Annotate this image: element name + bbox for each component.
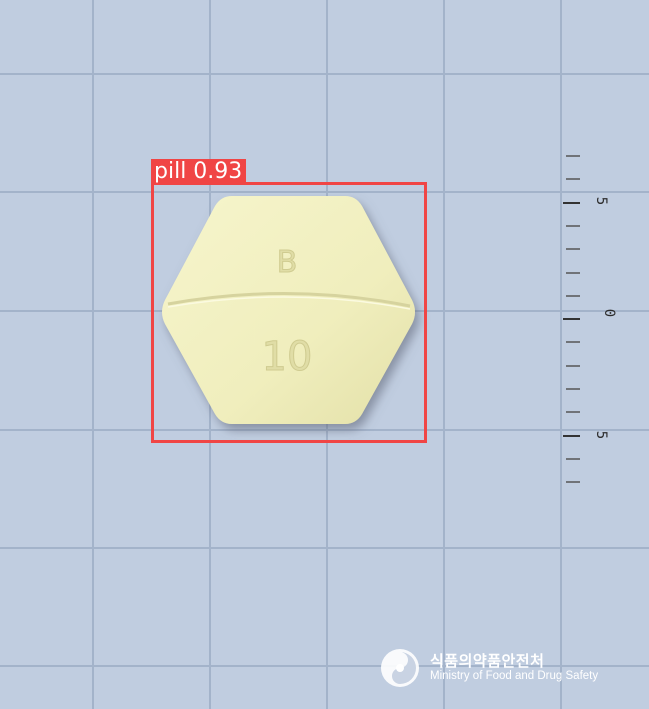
detection-bounding-box — [151, 182, 427, 443]
photo-canvas: 5 0 5 B 10 pill 0.93 식품의약품안전처 Ministry o… — [0, 0, 649, 709]
watermark: 식품의약품안전처 Ministry of Food and Drug Safet… — [380, 648, 640, 688]
mfds-taegeuk-logo-icon — [381, 649, 419, 687]
watermark-english-text: Ministry of Food and Drug Safety — [430, 670, 599, 682]
watermark-korean-text: 식품의약품안전처 — [430, 652, 545, 670]
detection-label: pill 0.93 — [151, 159, 247, 185]
